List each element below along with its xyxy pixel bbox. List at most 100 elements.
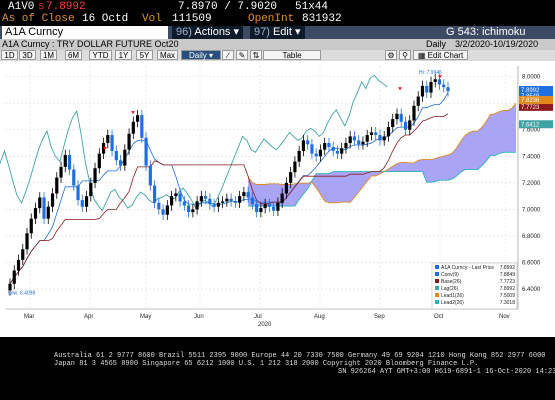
base-line	[9, 113, 449, 285]
chart-area[interactable]: 8.00007.80007.60007.40007.20007.00006.80…	[0, 61, 555, 337]
candle-body	[429, 81, 433, 93]
candle-body	[152, 185, 157, 203]
legend-series-name: Conv(9)	[441, 272, 459, 278]
legend-series-value: 7.3018	[500, 300, 516, 306]
candle-body	[386, 127, 391, 137]
candle-body	[276, 202, 280, 211]
candle-body	[204, 196, 208, 199]
x-tick-label: Oct	[434, 314, 444, 320]
candle-body	[127, 133, 131, 150]
chart-toolbar: 1D 3D 1M 6M YTD 1Y 5Y Max Daily ▾ ∕ ✎ ⇅ …	[0, 50, 555, 61]
legend-series-value: 7.8992	[500, 286, 516, 292]
y-tick-label: 7.6000	[522, 128, 541, 134]
candle-body	[352, 136, 357, 141]
range-5y-button[interactable]: 5Y	[136, 50, 153, 60]
range-1m-button[interactable]: 1M	[40, 50, 57, 60]
y-tick-label: 6.6000	[522, 261, 541, 267]
legend-series-name: A1A Curncy - Last Price	[441, 265, 494, 271]
candle-body	[46, 206, 50, 219]
edit-menu-number: 97)	[254, 26, 270, 38]
candle-body	[216, 202, 220, 207]
candle-body	[416, 96, 420, 106]
candle-body	[25, 233, 29, 250]
x-tick-label: Nov	[499, 314, 510, 320]
candle-body	[114, 150, 118, 161]
high-annotation: Hi: 7.9946	[419, 70, 442, 76]
candle-body	[348, 136, 352, 144]
x-tick-label: Jun	[194, 314, 204, 320]
candle-body	[378, 135, 382, 141]
legend-series-value: 7.8992	[500, 265, 516, 271]
range-3d-button[interactable]: 3D	[19, 50, 36, 60]
actions-menu[interactable]: 96) Actions ▾	[172, 26, 244, 39]
candle-body	[187, 205, 191, 213]
candle-body	[306, 140, 310, 145]
x-tick-label: Apr	[84, 314, 93, 320]
chart-legend: A1A Curncy - Last Price 7.8992 Conv(9) 7.88…	[431, 262, 518, 310]
draw-line-icon[interactable]: ∕	[222, 50, 234, 60]
pivot-marker	[398, 87, 402, 91]
candle-body	[29, 218, 33, 234]
security-input[interactable]: A1A Curncy	[2, 26, 168, 39]
candle-body	[365, 135, 369, 142]
candle-body	[267, 204, 271, 207]
candle-body	[182, 201, 186, 206]
close-label: As of Close	[2, 13, 75, 25]
x-tick-label: Mar	[24, 314, 34, 320]
candle-body	[178, 193, 182, 202]
zoom-icon[interactable]: ⚲	[399, 50, 411, 60]
candle-body	[123, 149, 127, 166]
settings-icon[interactable]: ⚙	[385, 50, 397, 60]
period-label: Daily	[426, 39, 447, 49]
candle-body	[67, 154, 72, 170]
range-max-button[interactable]: Max	[157, 50, 178, 60]
low-annotation: Low: 6.4098	[8, 291, 35, 297]
ichimoku-chart[interactable]: 8.00007.80007.60007.40007.20007.00006.80…	[0, 61, 555, 337]
candle-body	[161, 209, 165, 215]
edit-chart-button[interactable]: ▦ Edit Chart	[413, 50, 468, 60]
candle-body	[289, 172, 293, 183]
actions-menu-label: Actions	[194, 26, 231, 38]
range-1y-button[interactable]: 1Y	[115, 50, 132, 60]
candle-body	[63, 154, 67, 167]
range-1d-button[interactable]: 1D	[1, 50, 18, 60]
frequency-label: Daily	[188, 51, 207, 60]
frequency-dropdown[interactable]: Daily ▾	[181, 50, 221, 60]
actions-menu-number: 96)	[176, 26, 192, 38]
annotate-icon[interactable]: ✎	[236, 50, 248, 60]
conversion-line	[9, 92, 449, 285]
chevron-down-icon: ▾	[233, 26, 240, 38]
candle-body	[84, 196, 89, 207]
candle-body	[293, 161, 297, 173]
candle-body	[93, 168, 97, 183]
edit-menu[interactable]: 97) Edit ▾	[250, 26, 305, 39]
legend-series-name: Base(26)	[441, 279, 462, 285]
candle-body	[420, 85, 425, 97]
pivot-marker	[131, 111, 135, 115]
compare-icon[interactable]: ⇅	[250, 50, 262, 60]
footer-contacts-line2: Japan 81 3 4565 8900 Singapore 65 6212 1…	[54, 360, 479, 368]
candle-body	[395, 113, 399, 120]
openint-value: 831932	[302, 13, 342, 25]
candle-body	[199, 196, 203, 202]
candle-body	[391, 119, 395, 128]
range-ytd-button[interactable]: YTD	[89, 50, 112, 60]
candle-body	[310, 144, 314, 154]
legend-series-value: 7.8849	[500, 272, 516, 278]
chevron-down-icon: ▾	[295, 26, 301, 38]
candle-body	[446, 87, 450, 92]
footer-contacts-line1: Australia 61 2 9777 8600 Brazil 5511 239…	[54, 352, 546, 360]
candle-body	[208, 198, 212, 205]
y-tick-label: 7.2000	[522, 181, 541, 187]
y-tick-label: 6.8000	[522, 234, 541, 240]
legend-swatch	[435, 293, 439, 297]
price-tag-label: 7.6412	[521, 122, 540, 128]
candle-body	[280, 193, 284, 203]
legend-series-value: 7.5009	[500, 293, 516, 299]
candle-body	[140, 115, 144, 138]
table-button[interactable]: Table	[263, 50, 321, 60]
y-tick-label: 7.0000	[522, 207, 541, 213]
range-6m-button[interactable]: 6M	[65, 50, 82, 60]
last-prefix: s	[38, 1, 45, 13]
ticker: A1V0	[8, 1, 35, 13]
